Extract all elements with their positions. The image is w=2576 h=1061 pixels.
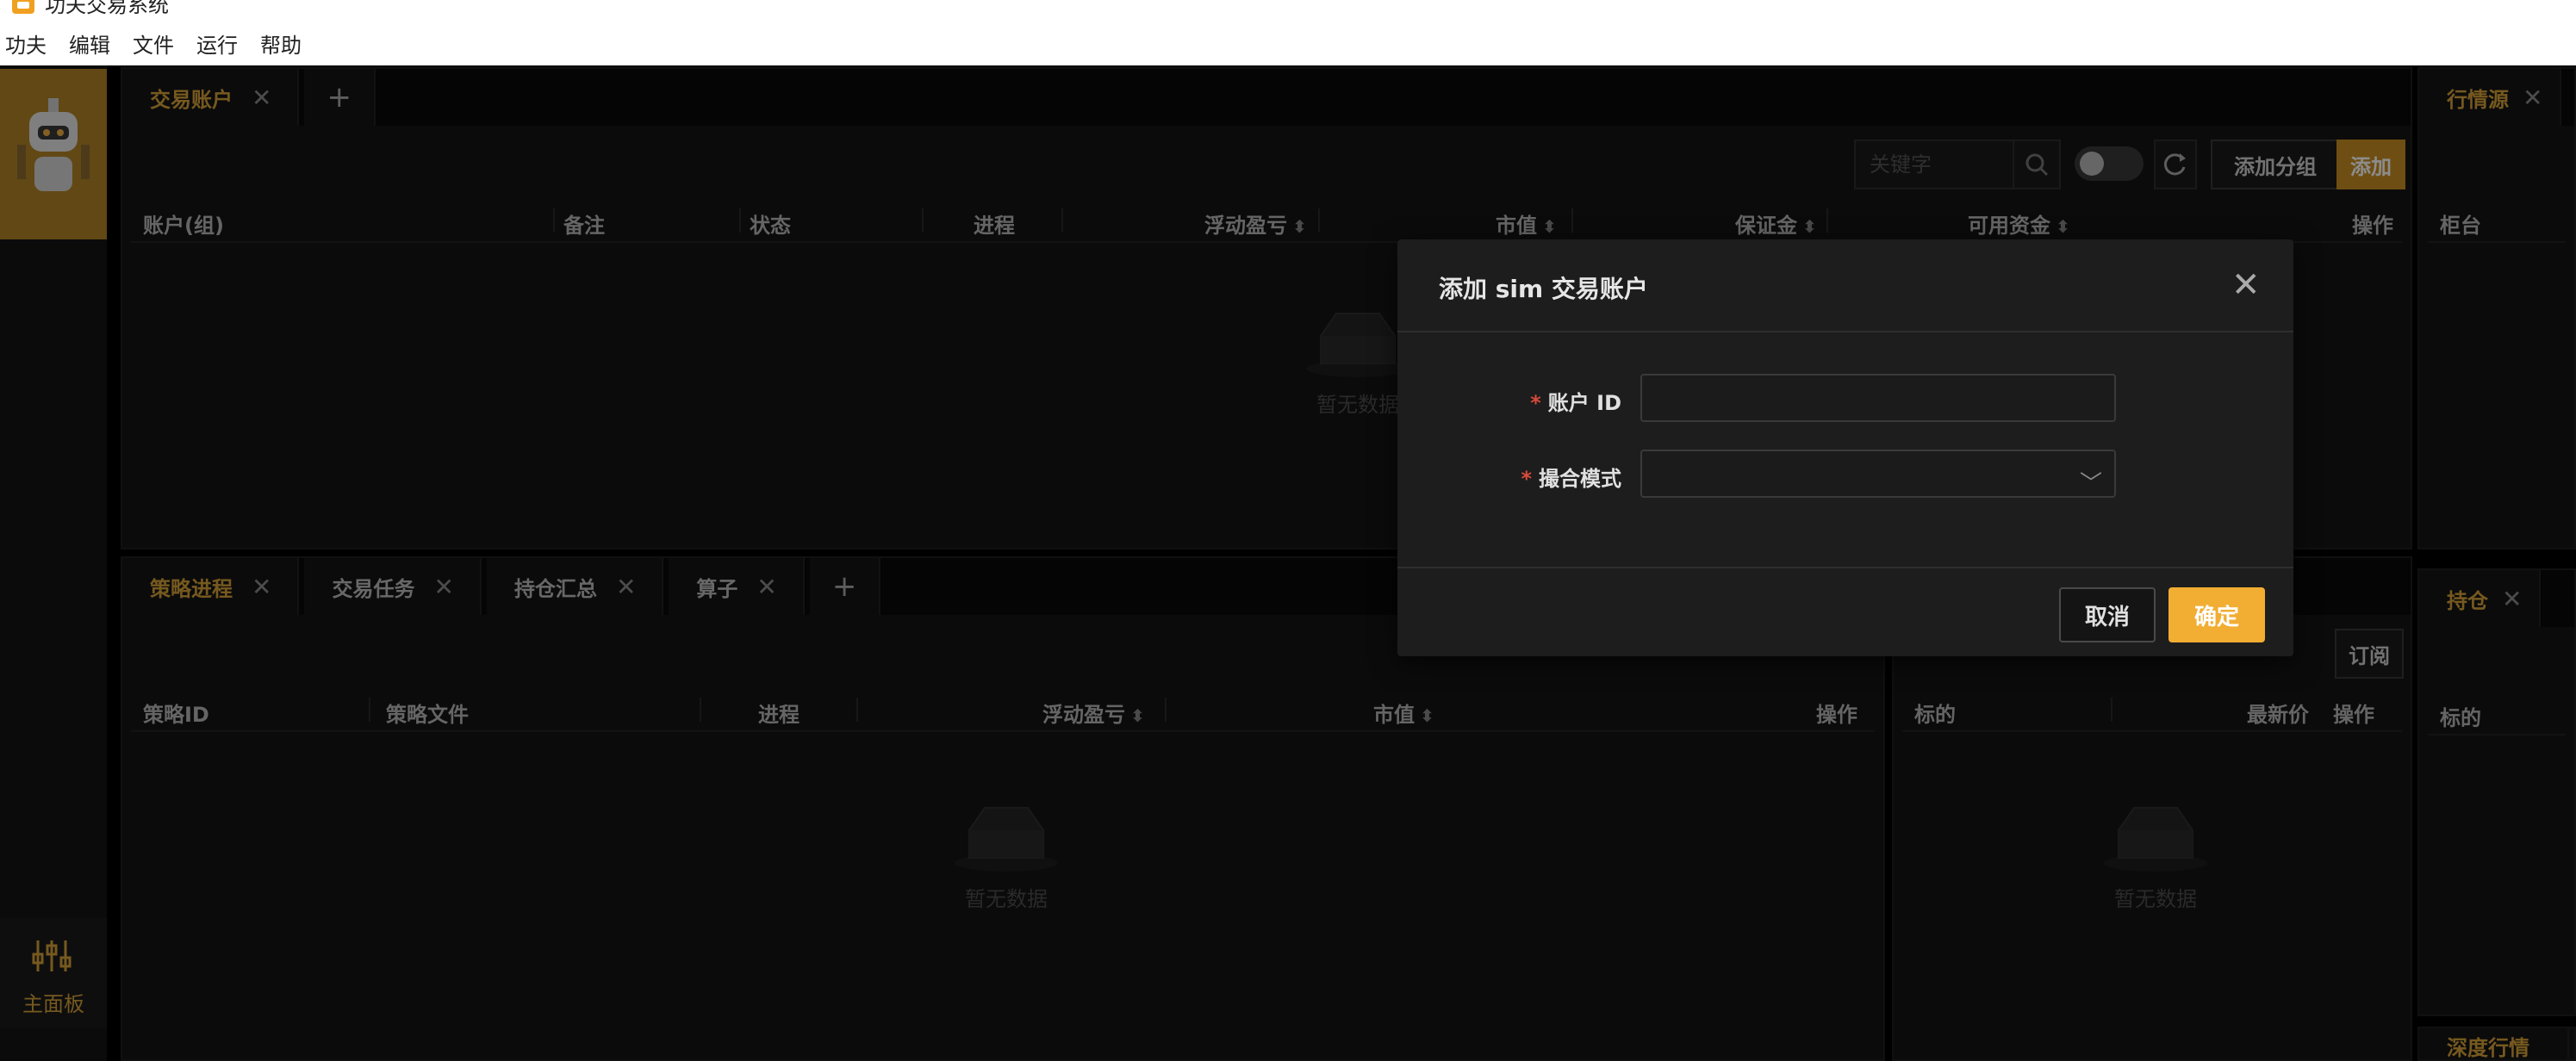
dialog-title: 添加 sim 交易账户 xyxy=(1439,275,1648,303)
account-id-input[interactable] xyxy=(1640,374,2116,422)
dialog-footer-divider xyxy=(1397,567,2293,568)
required-mark: * xyxy=(1521,467,1532,491)
window-titlebar: 功夫交易系统 xyxy=(0,0,2576,21)
menu-kungfu[interactable]: 功夫 xyxy=(5,28,47,59)
account-id-label: * 账户 ID xyxy=(1397,386,1621,416)
confirm-button[interactable]: 确定 xyxy=(2168,587,2265,642)
required-mark: * xyxy=(1530,391,1541,415)
menu-run[interactable]: 运行 xyxy=(196,28,238,59)
menu-edit[interactable]: 编辑 xyxy=(69,28,110,59)
app-logo-icon xyxy=(12,0,34,14)
chevron-down-icon: ﹀ xyxy=(2079,471,2102,497)
match-mode-label: * 撮合模式 xyxy=(1397,462,1621,492)
menu-file[interactable]: 文件 xyxy=(133,28,174,59)
dialog-header-divider xyxy=(1397,331,2293,332)
menu-help[interactable]: 帮助 xyxy=(260,28,302,59)
match-mode-label-text: 撮合模式 xyxy=(1539,467,1621,491)
add-sim-account-dialog: 添加 sim 交易账户 ✕ * 账户 ID * 撮合模式 ﹀ 取消 确定 xyxy=(1397,239,2293,656)
cancel-button[interactable]: 取消 xyxy=(2059,587,2156,642)
close-icon[interactable]: ✕ xyxy=(2231,265,2261,305)
match-mode-select[interactable]: ﹀ xyxy=(1640,450,2116,498)
account-id-label-text: 账户 ID xyxy=(1547,391,1621,415)
window-title: 功夫交易系统 xyxy=(45,0,169,17)
menubar: 功夫 编辑 文件 运行 帮助 xyxy=(0,21,2576,65)
